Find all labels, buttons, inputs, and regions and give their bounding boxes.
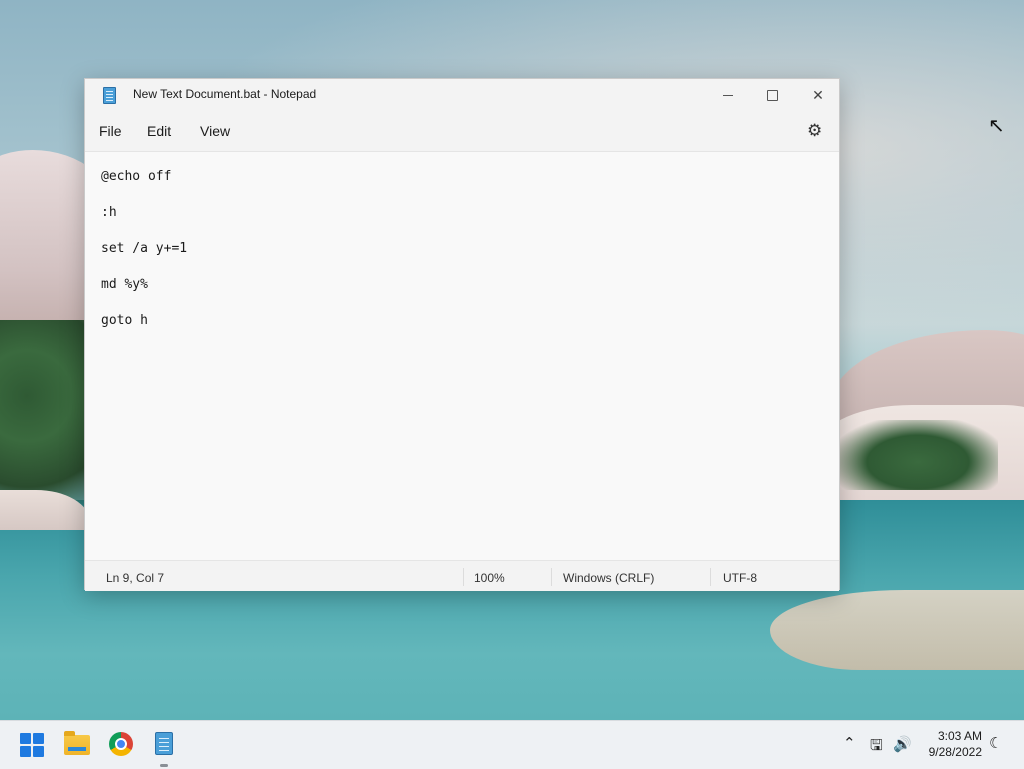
- maximize-button[interactable]: [749, 79, 795, 111]
- start-tile: [33, 733, 44, 744]
- title-bar[interactable]: New Text Document.bat - Notepad ✕: [85, 79, 839, 111]
- line-ending: Windows (CRLF): [563, 571, 655, 585]
- wallpaper-reeds: [770, 590, 1024, 670]
- clock-date: 9/28/2022: [928, 745, 982, 759]
- minimize-button[interactable]: [705, 79, 751, 111]
- volume-icon[interactable]: 🔊: [893, 735, 912, 753]
- clock-time: 3:03 AM: [937, 729, 982, 743]
- zoom-level: 100%: [474, 571, 505, 585]
- focus-assist-moon-icon[interactable]: ☾: [989, 734, 1002, 752]
- gear-icon[interactable]: ⚙: [807, 121, 822, 141]
- status-bar: Ln 9, Col 7 100% Windows (CRLF) UTF-8: [85, 560, 839, 591]
- menu-view[interactable]: View: [200, 123, 230, 139]
- chevron-up-icon[interactable]: ⌃: [843, 734, 856, 752]
- mouse-cursor-icon: ↖: [988, 115, 1005, 137]
- cursor-position: Ln 9, Col 7: [106, 571, 165, 585]
- menu-file[interactable]: File: [99, 123, 122, 139]
- status-divider: [463, 568, 464, 586]
- wallpaper-trees-right: [838, 420, 998, 490]
- start-icon[interactable]: [20, 733, 44, 757]
- editor-line: :h: [101, 205, 117, 220]
- editor-line: md %y%: [101, 277, 148, 292]
- file-explorer-icon[interactable]: [64, 731, 90, 755]
- text-editor-area[interactable]: @echo off :h set /a y+=1 md %y% goto h: [85, 152, 839, 560]
- active-app-indicator: [160, 764, 168, 767]
- wallpaper-trees-left: [0, 320, 90, 510]
- editor-line: set /a y+=1: [101, 241, 188, 256]
- taskbar: ⌃ 🖫 🔊 3:03 AM 9/28/2022 ☾: [0, 720, 1024, 769]
- status-divider: [710, 568, 711, 586]
- maximize-icon: [766, 89, 778, 101]
- editor-line: @echo off: [101, 169, 172, 184]
- status-divider: [551, 568, 552, 586]
- close-button[interactable]: ✕: [795, 79, 841, 111]
- start-tile: [33, 746, 44, 757]
- chrome-icon[interactable]: [109, 732, 133, 756]
- notepad-app-icon: [103, 87, 116, 104]
- minimize-icon: [723, 94, 733, 96]
- notepad-taskbar-icon[interactable]: [155, 732, 173, 755]
- window-title: New Text Document.bat - Notepad: [133, 87, 317, 101]
- menu-edit[interactable]: Edit: [147, 123, 171, 139]
- notepad-window: New Text Document.bat - Notepad ✕ File E…: [84, 78, 840, 591]
- network-icon[interactable]: 🖫: [870, 735, 883, 760]
- start-tile: [20, 733, 31, 744]
- encoding: UTF-8: [723, 571, 757, 585]
- start-tile: [20, 746, 31, 757]
- menu-bar: File Edit View ⚙: [85, 111, 839, 152]
- editor-line: goto h: [101, 313, 148, 328]
- clock[interactable]: 3:03 AM 9/28/2022: [918, 728, 982, 760]
- close-icon: ✕: [812, 86, 824, 103]
